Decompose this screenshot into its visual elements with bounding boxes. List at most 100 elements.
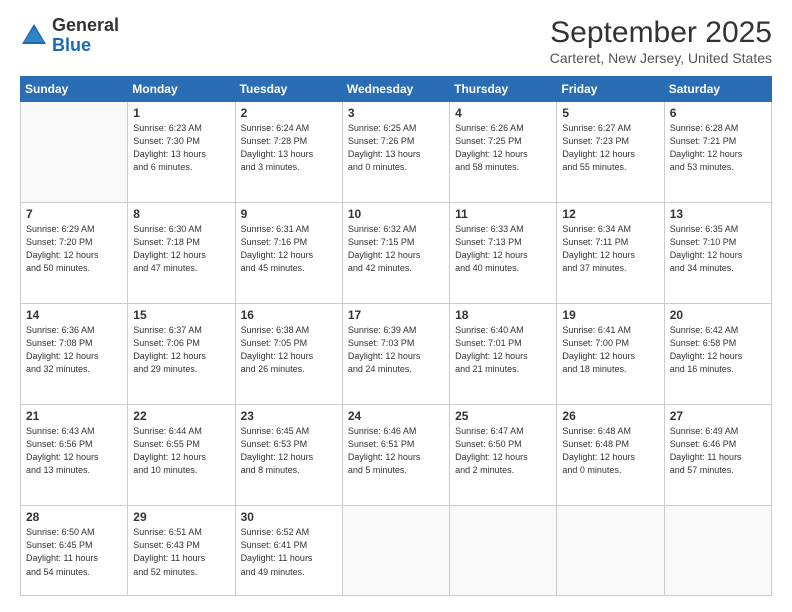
day-info: Sunrise: 6:49 AM Sunset: 6:46 PM Dayligh… — [670, 425, 766, 477]
day-cell: 2 Sunrise: 6:24 AM Sunset: 7:28 PM Daylig… — [235, 102, 342, 203]
day-number: 16 — [241, 308, 337, 322]
day-info: Sunrise: 6:27 AM Sunset: 7:23 PM Dayligh… — [562, 122, 658, 174]
logo-general: General — [52, 15, 119, 35]
day-number: 15 — [133, 308, 229, 322]
week-row-3: 14 Sunrise: 6:36 AM Sunset: 7:08 PM Dayli… — [21, 304, 772, 405]
day-info: Sunrise: 6:42 AM Sunset: 6:58 PM Dayligh… — [670, 324, 766, 376]
page: General Blue September 2025 Carteret, Ne… — [0, 0, 792, 612]
day-info: Sunrise: 6:25 AM Sunset: 7:26 PM Dayligh… — [348, 122, 444, 174]
day-number: 3 — [348, 106, 444, 120]
day-number: 19 — [562, 308, 658, 322]
day-number: 10 — [348, 207, 444, 221]
location-subtitle: Carteret, New Jersey, United States — [550, 50, 772, 66]
day-cell: 4 Sunrise: 6:26 AM Sunset: 7:25 PM Daylig… — [450, 102, 557, 203]
day-cell: 10 Sunrise: 6:32 AM Sunset: 7:15 PM Dayli… — [342, 203, 449, 304]
day-cell: 17Sunrise: 6:39 AM Sunset: 7:03 PM Dayli… — [342, 304, 449, 405]
day-cell: 6 Sunrise: 6:28 AM Sunset: 7:21 PM Daylig… — [664, 102, 771, 203]
week-row-2: 7Sunrise: 6:29 AM Sunset: 7:20 PM Daylig… — [21, 203, 772, 304]
weekday-header-wednesday: Wednesday — [342, 77, 449, 102]
day-number: 14 — [26, 308, 122, 322]
day-number: 13 — [670, 207, 766, 221]
day-number: 21 — [26, 409, 122, 423]
day-number: 11 — [455, 207, 551, 221]
day-number: 28 — [26, 510, 122, 524]
day-number: 9 — [241, 207, 337, 221]
logo-blue: Blue — [52, 35, 91, 55]
day-info: Sunrise: 6:35 AM Sunset: 7:10 PM Dayligh… — [670, 223, 766, 275]
day-info: Sunrise: 6:50 AM Sunset: 6:45 PM Dayligh… — [26, 526, 122, 578]
day-info: Sunrise: 6:32 AM Sunset: 7:15 PM Dayligh… — [348, 223, 444, 275]
day-number: 30 — [241, 510, 337, 524]
header: General Blue September 2025 Carteret, Ne… — [20, 16, 772, 66]
day-number: 6 — [670, 106, 766, 120]
day-cell: 5 Sunrise: 6:27 AM Sunset: 7:23 PM Daylig… — [557, 102, 664, 203]
day-cell: 16 Sunrise: 6:38 AM Sunset: 7:05 PM Dayli… — [235, 304, 342, 405]
day-info: Sunrise: 6:37 AM Sunset: 7:06 PM Dayligh… — [133, 324, 229, 376]
day-cell: 1 Sunrise: 6:23 AM Sunset: 7:30 PM Daylig… — [128, 102, 235, 203]
day-number: 8 — [133, 207, 229, 221]
day-number: 22 — [133, 409, 229, 423]
day-number: 4 — [455, 106, 551, 120]
day-info: Sunrise: 6:36 AM Sunset: 7:08 PM Dayligh… — [26, 324, 122, 376]
day-cell: 20 Sunrise: 6:42 AM Sunset: 6:58 PM Dayli… — [664, 304, 771, 405]
calendar-table: SundayMondayTuesdayWednesdayThursdayFrid… — [20, 76, 772, 596]
day-cell: 22 Sunrise: 6:44 AM Sunset: 6:55 PM Dayli… — [128, 405, 235, 506]
day-cell: 9 Sunrise: 6:31 AM Sunset: 7:16 PM Daylig… — [235, 203, 342, 304]
day-info: Sunrise: 6:31 AM Sunset: 7:16 PM Dayligh… — [241, 223, 337, 275]
day-number: 27 — [670, 409, 766, 423]
day-info: Sunrise: 6:43 AM Sunset: 6:56 PM Dayligh… — [26, 425, 122, 477]
day-cell — [664, 506, 771, 596]
day-cell: 14 Sunrise: 6:36 AM Sunset: 7:08 PM Dayli… — [21, 304, 128, 405]
day-number: 20 — [670, 308, 766, 322]
day-number: 26 — [562, 409, 658, 423]
day-cell: 30Sunrise: 6:52 AM Sunset: 6:41 PM Dayli… — [235, 506, 342, 596]
day-info: Sunrise: 6:30 AM Sunset: 7:18 PM Dayligh… — [133, 223, 229, 275]
day-number: 2 — [241, 106, 337, 120]
day-number: 18 — [455, 308, 551, 322]
day-cell — [557, 506, 664, 596]
logo-icon — [20, 22, 48, 50]
day-cell: 3 Sunrise: 6:25 AM Sunset: 7:26 PM Daylig… — [342, 102, 449, 203]
month-title: September 2025 — [550, 16, 772, 50]
day-info: Sunrise: 6:34 AM Sunset: 7:11 PM Dayligh… — [562, 223, 658, 275]
day-cell: 12 Sunrise: 6:34 AM Sunset: 7:11 PM Dayli… — [557, 203, 664, 304]
weekday-header-thursday: Thursday — [450, 77, 557, 102]
day-number: 12 — [562, 207, 658, 221]
day-cell: 19Sunrise: 6:41 AM Sunset: 7:00 PM Dayli… — [557, 304, 664, 405]
day-number: 5 — [562, 106, 658, 120]
weekday-header-row: SundayMondayTuesdayWednesdayThursdayFrid… — [21, 77, 772, 102]
day-info: Sunrise: 6:39 AM Sunset: 7:03 PM Dayligh… — [348, 324, 444, 376]
day-info: Sunrise: 6:47 AM Sunset: 6:50 PM Dayligh… — [455, 425, 551, 477]
day-cell: 25 Sunrise: 6:47 AM Sunset: 6:50 PM Dayli… — [450, 405, 557, 506]
day-number: 23 — [241, 409, 337, 423]
day-info: Sunrise: 6:51 AM Sunset: 6:43 PM Dayligh… — [133, 526, 229, 578]
logo: General Blue — [20, 16, 119, 56]
day-info: Sunrise: 6:48 AM Sunset: 6:48 PM Dayligh… — [562, 425, 658, 477]
day-info: Sunrise: 6:26 AM Sunset: 7:25 PM Dayligh… — [455, 122, 551, 174]
weekday-header-monday: Monday — [128, 77, 235, 102]
day-cell: 8 Sunrise: 6:30 AM Sunset: 7:18 PM Daylig… — [128, 203, 235, 304]
day-info: Sunrise: 6:44 AM Sunset: 6:55 PM Dayligh… — [133, 425, 229, 477]
title-block: September 2025 Carteret, New Jersey, Uni… — [550, 16, 772, 66]
day-info: Sunrise: 6:38 AM Sunset: 7:05 PM Dayligh… — [241, 324, 337, 376]
day-info: Sunrise: 6:24 AM Sunset: 7:28 PM Dayligh… — [241, 122, 337, 174]
day-cell: 24Sunrise: 6:46 AM Sunset: 6:51 PM Dayli… — [342, 405, 449, 506]
day-info: Sunrise: 6:29 AM Sunset: 7:20 PM Dayligh… — [26, 223, 122, 275]
day-cell: 28 Sunrise: 6:50 AM Sunset: 6:45 PM Dayli… — [21, 506, 128, 596]
day-cell: 18 Sunrise: 6:40 AM Sunset: 7:01 PM Dayli… — [450, 304, 557, 405]
day-cell: 29 Sunrise: 6:51 AM Sunset: 6:43 PM Dayli… — [128, 506, 235, 596]
day-number: 24 — [348, 409, 444, 423]
week-row-5: 28 Sunrise: 6:50 AM Sunset: 6:45 PM Dayli… — [21, 506, 772, 596]
day-cell: 11Sunrise: 6:33 AM Sunset: 7:13 PM Dayli… — [450, 203, 557, 304]
day-cell: 7Sunrise: 6:29 AM Sunset: 7:20 PM Daylig… — [21, 203, 128, 304]
day-number: 1 — [133, 106, 229, 120]
weekday-header-sunday: Sunday — [21, 77, 128, 102]
day-info: Sunrise: 6:28 AM Sunset: 7:21 PM Dayligh… — [670, 122, 766, 174]
week-row-4: 21 Sunrise: 6:43 AM Sunset: 6:56 PM Dayli… — [21, 405, 772, 506]
weekday-header-saturday: Saturday — [664, 77, 771, 102]
day-info: Sunrise: 6:23 AM Sunset: 7:30 PM Dayligh… — [133, 122, 229, 174]
logo-text: General Blue — [52, 16, 119, 56]
day-info: Sunrise: 6:40 AM Sunset: 7:01 PM Dayligh… — [455, 324, 551, 376]
day-number: 25 — [455, 409, 551, 423]
day-number: 29 — [133, 510, 229, 524]
